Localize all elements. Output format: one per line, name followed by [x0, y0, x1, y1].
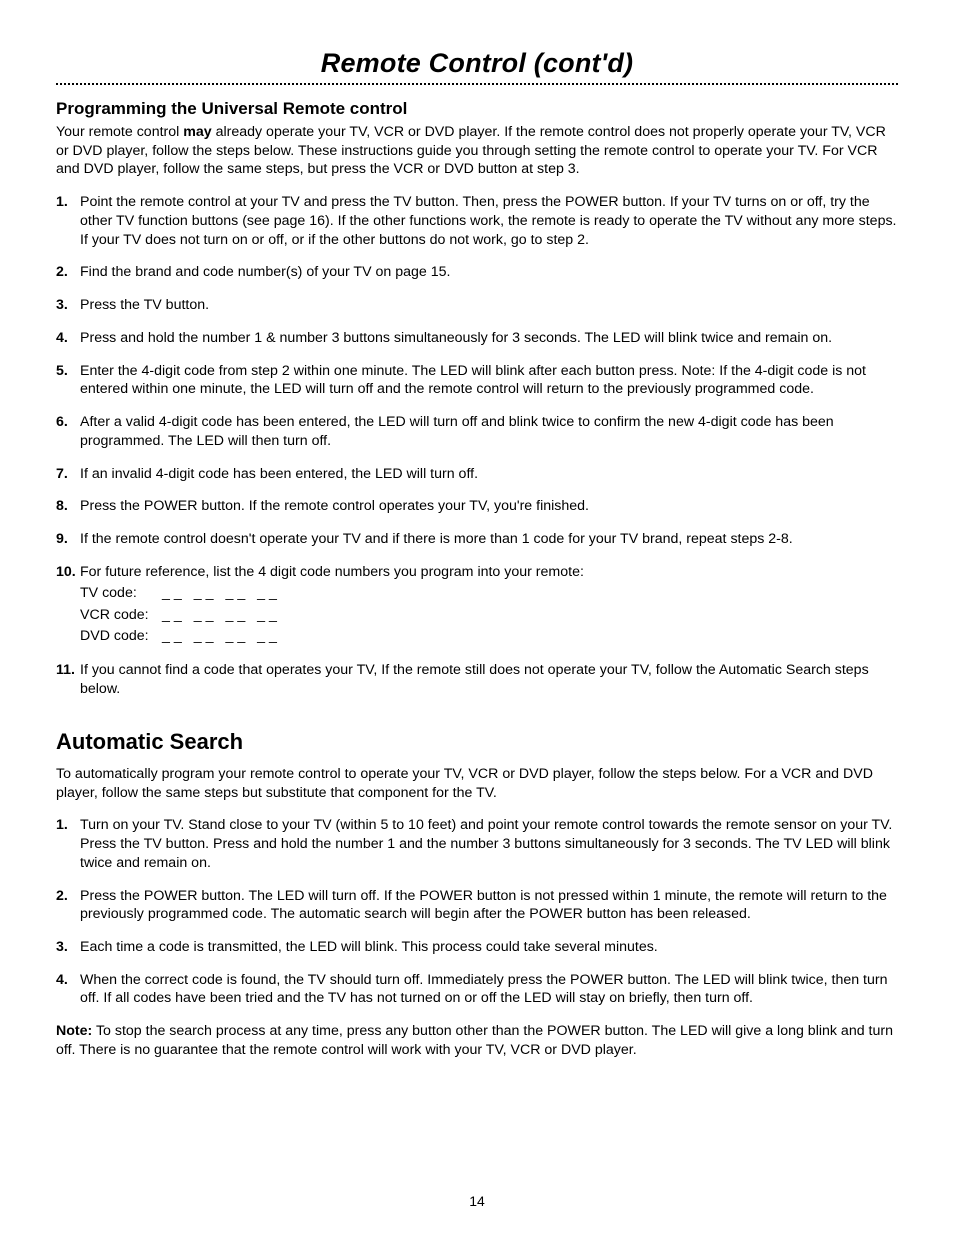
section-heading-programming: Programming the Universal Remote control: [56, 99, 898, 119]
intro-may: may: [183, 124, 211, 140]
list-item: 8.Press the POWER button. If the remote …: [56, 497, 898, 516]
step-body: If you cannot find a code that operates …: [80, 661, 898, 698]
list-item: 10. For future reference, list the 4 dig…: [56, 563, 898, 648]
step-body: When the correct code is found, the TV s…: [80, 971, 898, 1008]
page-number: 14: [0, 1193, 954, 1209]
step-body: Press the TV button.: [80, 296, 898, 315]
step-number: 3.: [56, 296, 80, 315]
step10-lead: For future reference, list the 4 digit c…: [80, 564, 584, 580]
page-title: Remote Control (cont'd): [56, 48, 898, 79]
tv-code-blanks: __ __ __ __: [162, 583, 281, 604]
step-body: Each time a code is transmitted, the LED…: [80, 938, 898, 957]
code-blanks: TV code: __ __ __ __ VCR code: __ __ __ …: [80, 583, 898, 647]
step-number: 5.: [56, 362, 80, 399]
intro-pre: Your remote control: [56, 124, 183, 140]
step-body: Press the POWER button. The LED will tur…: [80, 887, 898, 924]
section2-note: Note: To stop the search process at any …: [56, 1022, 898, 1059]
step-body: Find the brand and code number(s) of you…: [80, 263, 898, 282]
step-number: 7.: [56, 465, 80, 484]
step-number: 9.: [56, 530, 80, 549]
list-item: 4.Press and hold the number 1 & number 3…: [56, 329, 898, 348]
list-item: 1.Turn on your TV. Stand close to your T…: [56, 816, 898, 872]
step-body: Press and hold the number 1 & number 3 b…: [80, 329, 898, 348]
step-number: 3.: [56, 938, 80, 957]
note-body: To stop the search process at any time, …: [56, 1023, 893, 1058]
section-heading-automatic-search: Automatic Search: [56, 729, 898, 755]
step-number: 4.: [56, 971, 80, 1008]
step-body: Press the POWER button. If the remote co…: [80, 497, 898, 516]
step-body: Enter the 4-digit code from step 2 withi…: [80, 362, 898, 399]
dvd-code-label: DVD code:: [80, 626, 156, 647]
list-item: 11.If you cannot find a code that operat…: [56, 661, 898, 698]
step-number: 4.: [56, 329, 80, 348]
step-number: 11.: [56, 661, 80, 698]
manual-page: Remote Control (cont'd) Programming the …: [0, 0, 954, 1235]
step-number: 8.: [56, 497, 80, 516]
list-item: 3.Press the TV button.: [56, 296, 898, 315]
section1-intro: Your remote control may already operate …: [56, 123, 898, 179]
list-item: 2.Find the brand and code number(s) of y…: [56, 263, 898, 282]
list-item: 6.After a valid 4-digit code has been en…: [56, 413, 898, 450]
step-body: For future reference, list the 4 digit c…: [80, 563, 898, 648]
list-item: 9.If the remote control doesn't operate …: [56, 530, 898, 549]
section2-steps: 1.Turn on your TV. Stand close to your T…: [56, 816, 898, 1008]
step-body: Point the remote control at your TV and …: [80, 193, 898, 249]
step-number: 1.: [56, 816, 80, 872]
note-label: Note:: [56, 1023, 92, 1039]
list-item: 1.Point the remote control at your TV an…: [56, 193, 898, 249]
step-number: 10.: [56, 563, 80, 648]
step-number: 2.: [56, 887, 80, 924]
step-number: 6.: [56, 413, 80, 450]
list-item: 3.Each time a code is transmitted, the L…: [56, 938, 898, 957]
step-body: Turn on your TV. Stand close to your TV …: [80, 816, 898, 872]
section2-intro: To automatically program your remote con…: [56, 765, 898, 802]
tv-code-row: TV code: __ __ __ __: [80, 583, 898, 604]
section1-steps: 1.Point the remote control at your TV an…: [56, 193, 898, 699]
title-divider: [56, 83, 898, 85]
step-body: If the remote control doesn't operate yo…: [80, 530, 898, 549]
vcr-code-label: VCR code:: [80, 605, 156, 626]
dvd-code-blanks: __ __ __ __: [162, 626, 281, 647]
step-number: 1.: [56, 193, 80, 249]
step-body: If an invalid 4-digit code has been ente…: [80, 465, 898, 484]
dvd-code-row: DVD code: __ __ __ __: [80, 626, 898, 647]
list-item: 2.Press the POWER button. The LED will t…: [56, 887, 898, 924]
vcr-code-row: VCR code: __ __ __ __: [80, 605, 898, 626]
tv-code-label: TV code:: [80, 583, 156, 604]
vcr-code-blanks: __ __ __ __: [162, 605, 281, 626]
list-item: 7.If an invalid 4-digit code has been en…: [56, 465, 898, 484]
step-number: 2.: [56, 263, 80, 282]
list-item: 5.Enter the 4-digit code from step 2 wit…: [56, 362, 898, 399]
step-body: After a valid 4-digit code has been ente…: [80, 413, 898, 450]
list-item: 4.When the correct code is found, the TV…: [56, 971, 898, 1008]
